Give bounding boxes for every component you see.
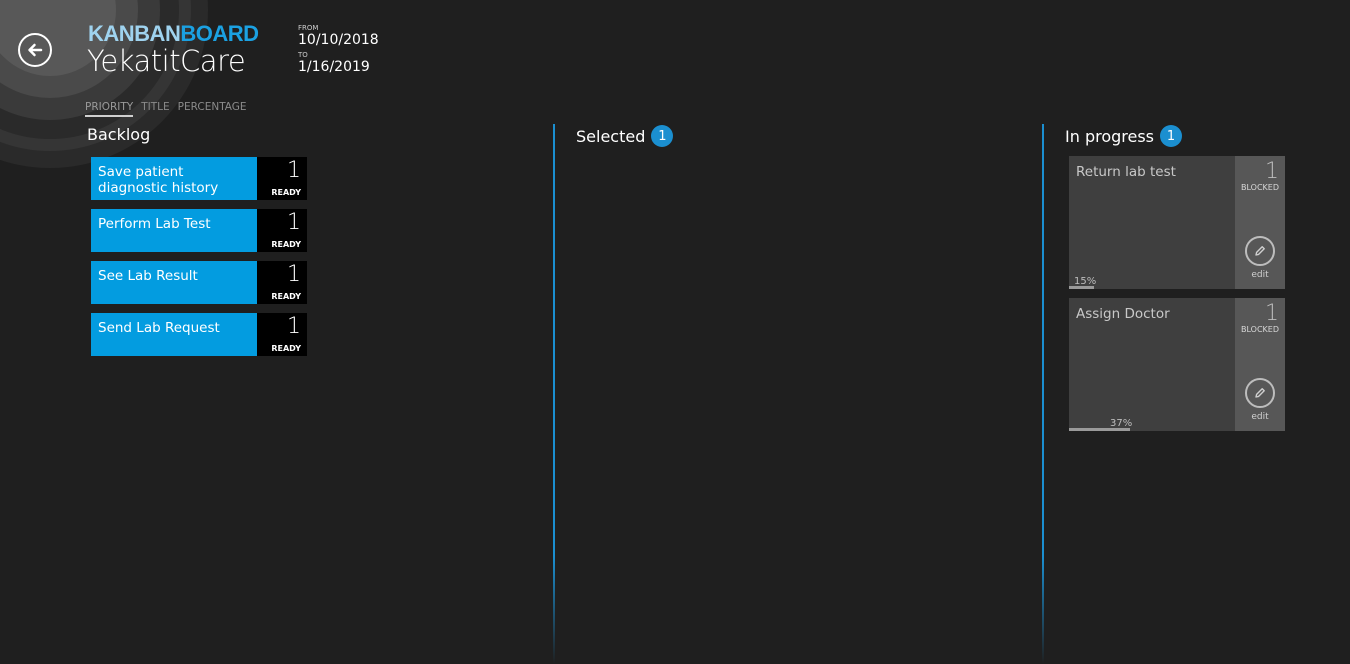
column-title-in-progress: In progress 1 [1065,125,1183,147]
card-state: READY [271,344,301,353]
progress-fill [1069,286,1094,289]
date-range: FROM 10/10/2018 TO 1/16/2019 [298,24,379,78]
app-logo: KANBANBOARD [88,22,259,46]
back-button[interactable] [18,33,52,67]
card-count: 1 [287,262,301,287]
column-title-selected: Selected 1 [576,125,674,147]
card-title: Perform Lab Test [91,209,257,252]
in-progress-card[interactable]: Return lab test 15% 1 BLOCKED edit [1069,156,1285,289]
card-status: 1 READY [257,157,307,200]
to-label: TO [298,51,308,59]
sort-tab-priority[interactable]: PRIORITY [85,101,134,117]
sort-tab-percentage[interactable]: PERCENTAGE [178,101,247,117]
sort-tabs: PRIORITY TITLE PERCENTAGE [85,101,247,117]
card-body: Assign Doctor 37% [1069,298,1235,431]
card-status: 1 BLOCKED edit [1235,298,1285,431]
pencil-icon [1255,246,1265,256]
in-progress-card[interactable]: Assign Doctor 37% 1 BLOCKED edit [1069,298,1285,431]
kanban-page: KANBANBOARD YekatitCare FROM 10/10/2018 … [0,0,1350,664]
card-body: Return lab test 15% [1069,156,1235,289]
progress-fill [1069,428,1131,431]
card-state: BLOCKED [1240,183,1279,192]
card-title: Return lab test [1076,164,1176,180]
sort-tab-title[interactable]: TITLE [141,101,169,117]
progress-bar [1069,286,1235,289]
card-status: 1 READY [257,209,307,252]
in-progress-title: In progress [1065,126,1155,146]
card-status: 1 BLOCKED edit [1235,156,1285,289]
edit-label: edit [1251,270,1269,280]
backlog-card[interactable]: Save patient diagnostic history 1 READY [91,157,307,200]
card-status: 1 READY [257,261,307,304]
logo-kanban: KANBAN [88,21,181,46]
card-count: 1 [287,158,301,183]
selected-count-badge: 1 [651,125,674,147]
card-state: BLOCKED [1240,325,1279,334]
logo-board: BOARD [180,21,259,46]
to-date: 1/16/2019 [298,59,370,75]
card-title: Save patient diagnostic history [91,157,257,200]
card-count: 1 [287,210,301,235]
back-arrow-icon [28,43,43,57]
project-title: YekatitCare [87,44,246,78]
card-count: 1 [1265,301,1279,326]
column-title-backlog: Backlog [87,125,150,144]
selected-title: Selected [576,126,646,146]
pencil-icon [1255,388,1265,398]
from-date: 10/10/2018 [298,32,379,48]
backlog-title: Backlog [87,125,151,144]
card-count: 1 [287,314,301,339]
card-title: Send Lab Request [91,313,257,356]
card-title: See Lab Result [91,261,257,304]
card-state: READY [271,240,301,249]
card-title: Assign Doctor [1076,306,1170,322]
backlog-card[interactable]: Perform Lab Test 1 READY [91,209,307,252]
backlog-card[interactable]: Send Lab Request 1 READY [91,313,307,356]
in-progress-count-badge: 1 [1160,125,1183,147]
column-divider [553,124,555,664]
edit-button[interactable] [1245,236,1275,266]
edit-button[interactable] [1245,378,1275,408]
card-status: 1 READY [257,313,307,356]
from-label: FROM [298,24,319,32]
edit-label: edit [1251,412,1269,422]
card-state: READY [271,292,301,301]
card-count: 1 [1265,159,1279,184]
card-state: READY [271,188,301,197]
progress-bar [1069,428,1235,431]
backlog-card[interactable]: See Lab Result 1 READY [91,261,307,304]
column-divider [1042,124,1044,664]
